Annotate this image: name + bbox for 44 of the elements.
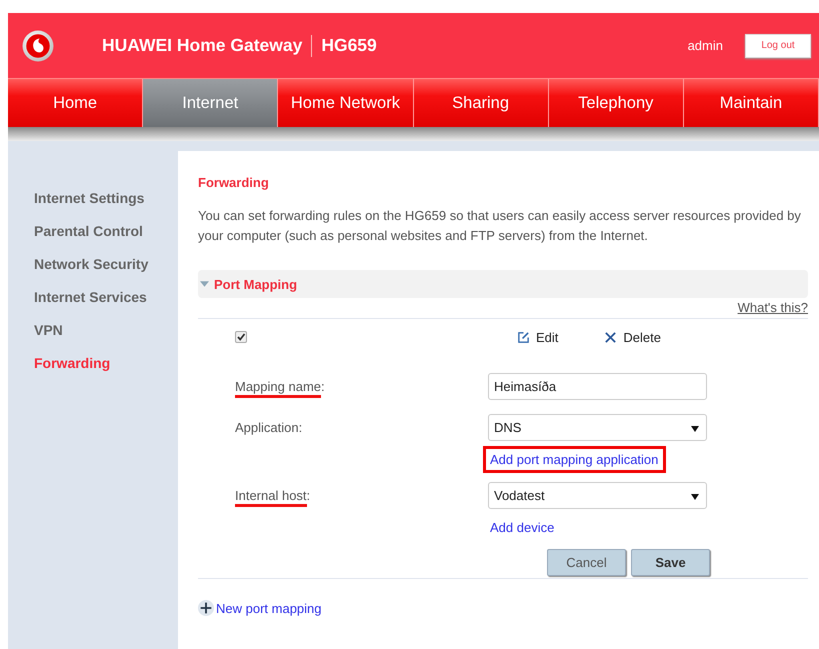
description-text: You can set forwarding rules on the HG659 so that users can easily access server resources provided by your computer (such as personal websites and FTP servers) from the Internet. <box>198 207 802 245</box>
edit-icon <box>517 330 530 344</box>
nav-tab[interactable]: Internet <box>143 79 278 127</box>
caret-icon <box>691 426 699 432</box>
page-title: Forwarding <box>198 175 270 190</box>
label-colon: : <box>321 379 325 394</box>
field-label: Internal host <box>235 488 307 507</box>
field-label: Mapping name <box>235 379 321 398</box>
nav-tab[interactable]: Home Network <box>278 79 414 127</box>
field-label: Application <box>235 420 299 435</box>
sidebar-item[interactable]: VPN <box>34 321 63 354</box>
delete-link[interactable]: Delete <box>604 330 661 344</box>
logout-button[interactable]: Log out <box>745 34 811 58</box>
nav-tab[interactable]: Maintain <box>684 79 819 127</box>
sidebar-item[interactable]: Internet Services <box>34 288 147 321</box>
new-mapping-link[interactable]: New port mapping <box>198 600 322 616</box>
plus-icon <box>198 600 214 616</box>
edit-link[interactable]: Edit <box>517 330 558 344</box>
label-colon: : <box>306 488 310 503</box>
section-title: Port Mapping <box>214 276 298 292</box>
nav-tab[interactable]: Home <box>8 79 144 127</box>
add-link[interactable]: Add device <box>483 514 562 541</box>
product-title: HUAWEI Home Gateway <box>102 35 302 56</box>
dropdown[interactable]: DNS <box>488 414 707 441</box>
label-colon: : <box>298 420 302 435</box>
dropdown[interactable]: Vodatest <box>488 482 707 509</box>
save-button[interactable]: Save <box>631 549 710 576</box>
sidebar-item[interactable]: Parental Control <box>34 222 143 255</box>
nav-tab[interactable]: Sharing <box>414 79 549 127</box>
nav-tab[interactable]: Telephony <box>548 79 684 127</box>
section-header[interactable]: Port Mapping <box>198 270 808 298</box>
cancel-button[interactable]: Cancel <box>547 549 626 576</box>
logo-icon <box>22 30 54 62</box>
input-field[interactable]: Heimasíða <box>488 373 707 400</box>
model-name: HG659 <box>321 35 377 56</box>
close-icon <box>604 330 618 344</box>
sidebar-item[interactable]: Internet Settings <box>34 189 144 222</box>
sidebar-item[interactable]: Forwarding <box>34 354 110 387</box>
sidebar-item[interactable]: Network Security <box>34 255 148 288</box>
checkbox[interactable] <box>235 331 247 343</box>
help-link[interactable]: What's this? <box>738 300 808 316</box>
user-name: admin <box>688 38 723 53</box>
add-link[interactable]: Add port mapping application <box>483 446 666 473</box>
caret-icon <box>691 494 699 500</box>
